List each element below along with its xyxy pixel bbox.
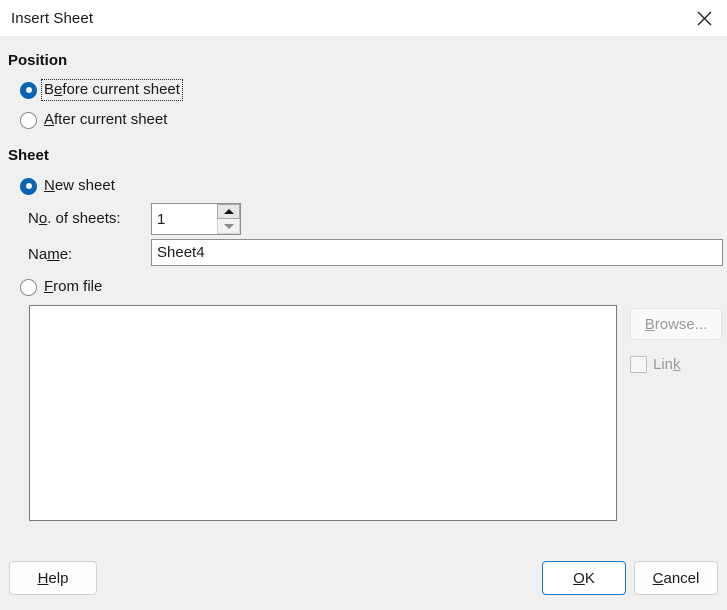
help-button[interactable]: Help	[9, 561, 97, 595]
radio-from-file-label: From file	[44, 278, 103, 295]
radio-after-current-sheet-label: After current sheet	[44, 111, 168, 128]
dialog-titlebar: Insert Sheet	[0, 0, 727, 36]
radio-before-current-sheet-mark	[20, 81, 37, 99]
sheet-name-label: Name:	[28, 246, 73, 263]
radio-after-current-sheet[interactable]: After current sheet	[20, 109, 169, 131]
radio-before-current-sheet-label: Before current sheet	[41, 79, 183, 101]
no-of-sheets-spinner[interactable]: 1	[151, 203, 241, 235]
sheet-group-title: Sheet	[8, 147, 49, 164]
no-of-sheets-label: No. of sheets:	[28, 210, 121, 227]
triangle-down-icon[interactable]	[217, 219, 240, 234]
radio-from-file[interactable]: From file	[20, 276, 104, 298]
link-checkbox-label: Link	[653, 356, 681, 373]
radio-from-file-mark	[20, 278, 37, 296]
no-of-sheets-spin-buttons	[217, 204, 240, 234]
browse-button[interactable]: Browse...	[630, 308, 722, 340]
radio-new-sheet[interactable]: New sheet	[20, 175, 117, 197]
triangle-up-icon[interactable]	[217, 204, 240, 219]
ok-button[interactable]: OK	[542, 561, 626, 595]
file-sheets-listbox[interactable]	[29, 305, 617, 521]
dialog-body: Position Before current sheet After curr…	[0, 36, 727, 610]
sheet-name-input[interactable]: Sheet4	[151, 239, 723, 266]
no-of-sheets-input[interactable]: 1	[152, 204, 217, 234]
close-icon[interactable]	[681, 0, 727, 36]
link-checkbox-mark	[630, 356, 647, 373]
radio-new-sheet-mark	[20, 177, 37, 195]
radio-new-sheet-label: New sheet	[44, 177, 115, 194]
link-checkbox[interactable]: Link	[630, 356, 681, 373]
radio-after-current-sheet-mark	[20, 111, 37, 129]
position-group-title: Position	[8, 52, 68, 69]
radio-before-current-sheet[interactable]: Before current sheet	[20, 79, 183, 101]
cancel-button[interactable]: Cancel	[634, 561, 718, 595]
dialog-title: Insert Sheet	[11, 9, 94, 27]
